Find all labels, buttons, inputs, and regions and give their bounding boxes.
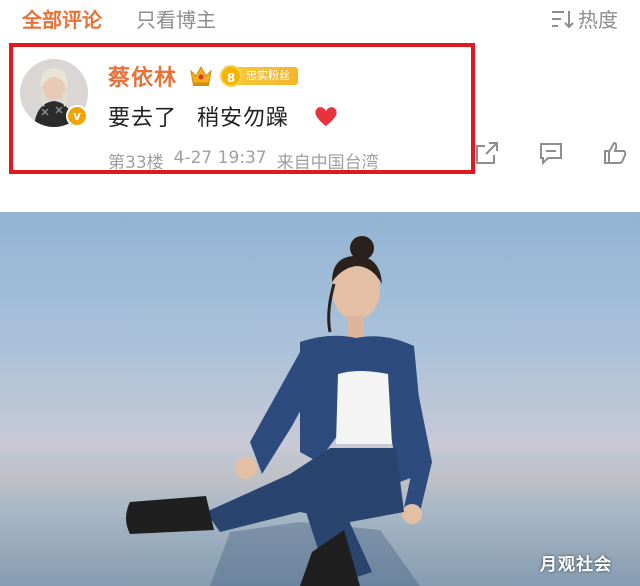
photo-illustration xyxy=(0,236,640,586)
heart-icon xyxy=(315,107,337,126)
comment-actions xyxy=(474,140,628,166)
decorative-fade xyxy=(508,166,640,200)
tab-only-host[interactable]: 只看博主 xyxy=(136,4,216,33)
comment-text-part1: 要去了 xyxy=(108,106,178,131)
crown-icon xyxy=(190,65,212,86)
comment-location: 来自中国台湾 xyxy=(276,153,379,173)
comment-tabs: 全部评论 只看博主 热度 xyxy=(0,0,640,34)
floor-number: 第33楼 xyxy=(108,153,164,173)
comment-text: 要去了 稍安勿躁 xyxy=(108,100,339,132)
post-photo[interactable] xyxy=(0,212,640,586)
tab-all-comments[interactable]: 全部评论 xyxy=(22,4,102,33)
share-icon[interactable] xyxy=(474,140,500,166)
sort-icon xyxy=(552,10,574,28)
like-icon[interactable] xyxy=(602,140,628,166)
reply-icon[interactable] xyxy=(538,140,564,166)
comment-item: v 蔡依林 8 忠实粉丝 要去了 稍安勿躁 第33楼 4-27 19:37 来自… xyxy=(0,34,640,212)
sort-button[interactable]: 热度 xyxy=(550,4,618,33)
watermark: 月观社会 xyxy=(540,555,612,575)
username[interactable]: 蔡依林 xyxy=(108,60,177,92)
comment-time: 4-27 19:37 xyxy=(173,148,267,168)
fan-badge-label: 忠实粉丝 xyxy=(234,67,298,85)
fan-badge[interactable]: 8 忠实粉丝 xyxy=(220,65,298,87)
sort-label: 热度 xyxy=(578,8,618,32)
fan-level: 8 xyxy=(220,65,242,87)
verified-icon: v xyxy=(66,105,88,127)
comment-meta: 第33楼 4-27 19:37 来自中国台湾 xyxy=(108,148,379,173)
comment-text-part2: 稍安勿躁 xyxy=(197,106,290,131)
